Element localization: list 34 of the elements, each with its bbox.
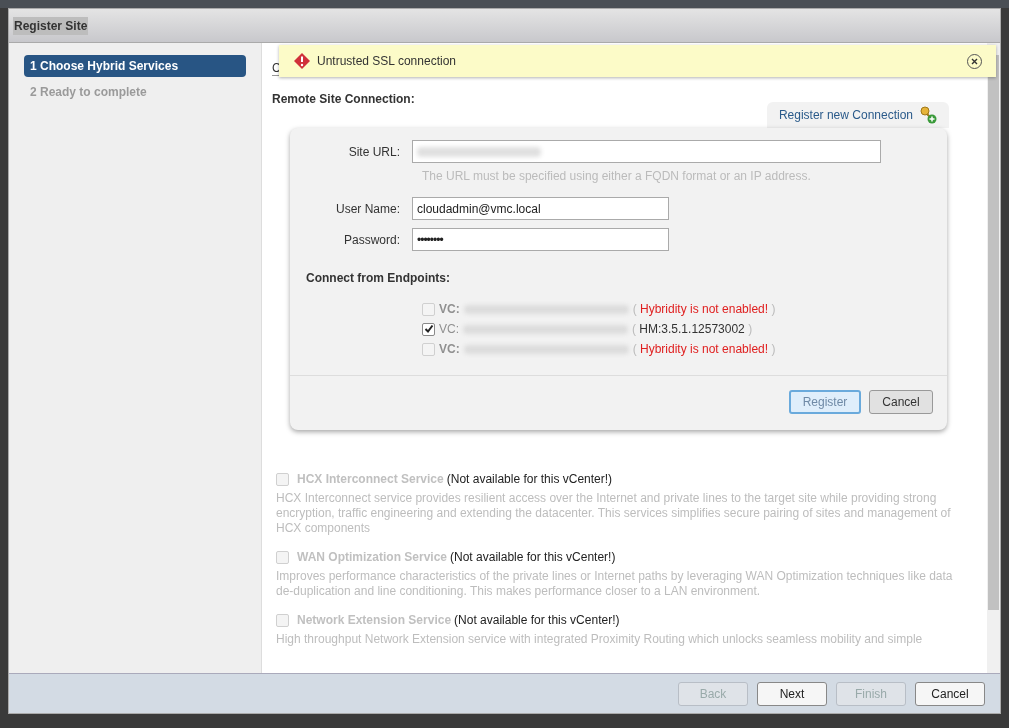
service-note: (Not available for this vCenter!) xyxy=(446,471,613,488)
section-title: Remote Site Connection: xyxy=(272,91,416,108)
window-title: Register Site xyxy=(13,16,89,35)
endpoints-title: Connect from Endpoints: xyxy=(306,270,451,287)
warning-icon xyxy=(293,52,311,70)
input-field[interactable]: cloudadmin@vmc.local xyxy=(412,197,669,220)
service-name: WAN Optimization Service xyxy=(297,549,448,566)
service-name: HCX Interconnect Service xyxy=(297,471,444,488)
field-label: Password: xyxy=(342,231,401,249)
endpoint-prefix: VC: xyxy=(439,301,460,318)
key-add-icon xyxy=(919,106,937,124)
service-note: (Not available for this vCenter!) xyxy=(454,612,620,629)
field-label: User Name: xyxy=(335,200,401,218)
input-field[interactable]: •••••••• xyxy=(412,228,669,251)
checkbox[interactable] xyxy=(422,322,435,336)
service-description: High throughput Network Extension service with integrated Proximity Routing which unlocks seamless mobility and simple xyxy=(276,632,924,647)
step-item[interactable]: 1 Choose Hybrid Services xyxy=(24,55,246,77)
endpoint-prefix: VC: xyxy=(439,341,460,358)
endpoint-status: ( Hybridity is not enabled! ) xyxy=(632,341,776,358)
register-connection-tab[interactable]: Register new Connection xyxy=(766,102,949,128)
service-description: HCX Interconnect service provides resilient access over the Internet and private lines to the target site while providing strong encryption, traffic engineering and extending the datacenter. This services simplifies secure pairing of sites and management of HCX components xyxy=(276,491,952,536)
alert-message: Untrusted SSL connection xyxy=(317,53,457,70)
field-label: Site URL: xyxy=(347,143,401,161)
scrollbar[interactable] xyxy=(987,43,1000,673)
service-description: Improves performance characteristics of the private lines or Internet paths by leveraging WAN Optimization techniques like data de-duplication and line conditioning. This makes performance closer to a LAN environment. xyxy=(276,569,954,599)
service-note: (Not available for this vCenter!) xyxy=(450,549,616,566)
input-field[interactable] xyxy=(412,140,881,163)
endpoint-status: ( Hybridity is not enabled! ) xyxy=(632,301,776,318)
wizard-button[interactable]: Next xyxy=(757,681,827,706)
endpoint-prefix: VC: xyxy=(439,321,459,338)
endpoint-status: ( HM:3.5.1.12573002 ) xyxy=(632,321,753,338)
dialog-button[interactable]: Cancel xyxy=(869,390,933,414)
wizard-button[interactable]: Cancel xyxy=(915,681,985,706)
service-name: Network Extension Service xyxy=(297,612,452,629)
